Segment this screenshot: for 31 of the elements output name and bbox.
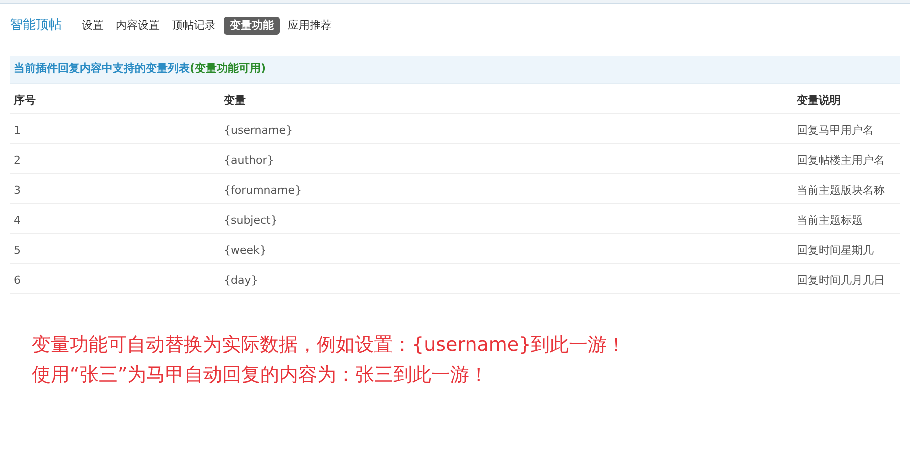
table-cell: 2	[14, 154, 21, 166]
nav-tab[interactable]: 内容设置	[112, 16, 164, 36]
annotation-text: 使用“张三”为马甲自动回复的内容为：张三到此一游！	[32, 363, 490, 388]
nav-tab[interactable]: 顶帖记录	[168, 16, 220, 36]
nav-tab[interactable]: 应用推荐	[284, 16, 336, 36]
table-cell: 1	[14, 124, 21, 136]
table-cell: 当前主题标题	[797, 214, 863, 226]
table-cell: 4	[14, 214, 21, 226]
table-cell: 回复帖楼主用户名	[797, 154, 885, 166]
table-cell: {username}	[224, 124, 293, 136]
column-header: 序号	[14, 94, 36, 106]
status-label: (变量功能可用)	[190, 61, 266, 78]
section-title: 当前插件回复内容中支持的变量列表	[14, 61, 190, 78]
table-cell: 回复时间星期几	[797, 244, 874, 256]
table-cell: {day}	[224, 274, 258, 286]
table-cell: 回复马甲用户名	[797, 124, 874, 136]
table-cell: {forumname}	[224, 184, 302, 196]
table-cell: {subject}	[224, 214, 278, 226]
table-cell: {author}	[224, 154, 274, 166]
table-cell: 3	[14, 184, 21, 196]
table-cell: 当前主题版块名称	[797, 184, 885, 196]
nav-tab[interactable]: 变量功能	[224, 16, 280, 36]
table-cell: 5	[14, 244, 21, 256]
nav-tab[interactable]: 设置	[78, 16, 108, 36]
table-cell: 6	[14, 274, 21, 286]
column-header: 变量	[224, 94, 246, 106]
table-cell: {week}	[224, 244, 267, 256]
plugin-title: 智能顶帖	[10, 17, 62, 36]
table-cell: 回复时间几月几日	[797, 274, 885, 286]
annotation-text: 变量功能可自动替换为实际数据，例如设置：{username}到此一游！	[32, 333, 628, 358]
column-header: 变量说明	[797, 94, 841, 106]
